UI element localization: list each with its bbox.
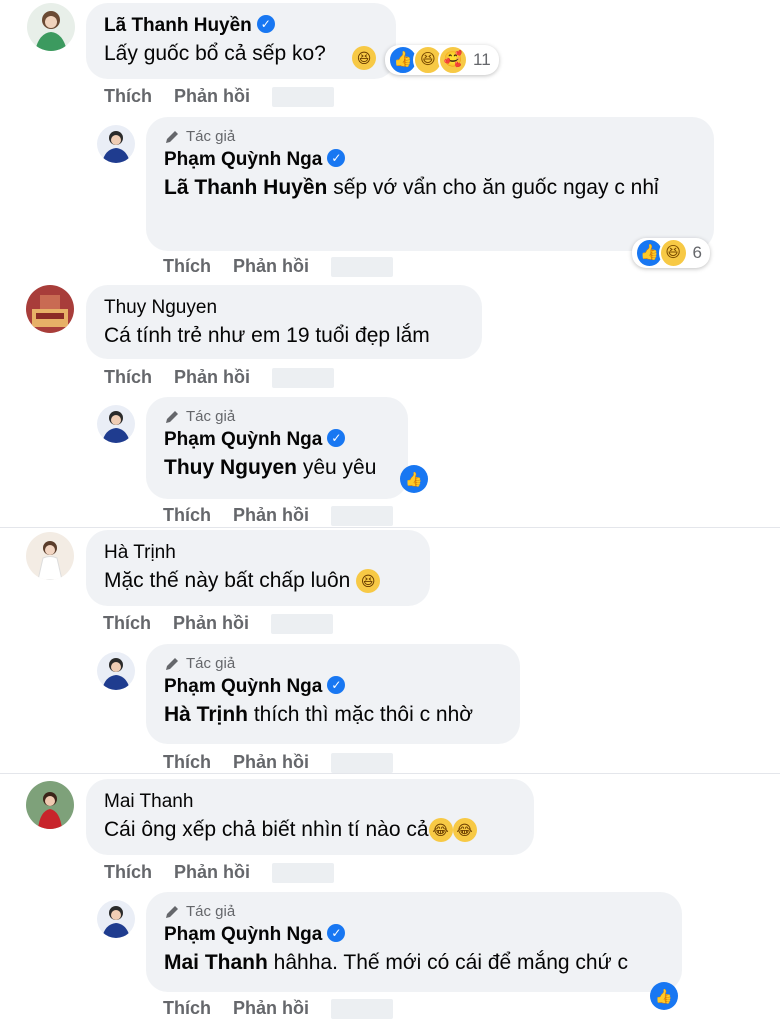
comment-actions: Thích Phản hồi [104, 86, 334, 108]
reply-text: Thuy Nguyen yêu yêu [164, 456, 377, 479]
reaction-summary[interactable]: 👍 😆 🥰 11 [385, 45, 499, 75]
timestamp-blurred [331, 999, 393, 1019]
timestamp-blurred [331, 257, 393, 278]
grinning-squint-emoji-icon: 😆 [356, 569, 381, 594]
like-button[interactable]: Thích [163, 752, 211, 772]
reaction-count: 6 [692, 243, 702, 262]
like-button[interactable]: Thích [104, 862, 152, 882]
mention-link[interactable]: Thuy Nguyen [164, 456, 297, 479]
reply-text: Hà Trịnh thích thì mặc thôi c nhờ [164, 703, 474, 726]
reply-author[interactable]: Phạm Quỳnh Nga ✓ [164, 427, 390, 453]
section-divider [0, 527, 780, 528]
pen-icon [166, 658, 178, 670]
reply-button[interactable]: Phản hồi [233, 256, 309, 276]
like-button[interactable]: Thích [104, 86, 152, 106]
reply-author[interactable]: Phạm Quỳnh Nga ✓ [164, 147, 696, 173]
avatar[interactable] [97, 125, 135, 163]
like-emoji-icon: 👍 [400, 465, 428, 493]
author-tag: Tác giả [164, 407, 390, 427]
pen-icon [166, 411, 178, 423]
tears-of-joy-emoji-icon: 😂 [452, 818, 477, 843]
timestamp-blurred [272, 87, 334, 108]
verified-badge-icon: ✓ [327, 675, 346, 694]
reply-author[interactable]: Phạm Quỳnh Nga ✓ [164, 922, 664, 948]
comment-author[interactable]: Mai Thanh [104, 789, 516, 815]
pen-icon [166, 906, 178, 918]
reply-author[interactable]: Phạm Quỳnh Nga ✓ [164, 674, 502, 700]
reply-button[interactable]: Phản hồi [233, 998, 309, 1018]
timestamp-blurred [272, 863, 334, 884]
author-tag: Tác giả [164, 902, 664, 922]
reply-button[interactable]: Phản hồi [174, 86, 250, 106]
avatar[interactable] [26, 285, 74, 333]
reply-actions: Thích Phản hồi [163, 505, 393, 527]
reaction-count: 11 [473, 50, 491, 69]
comment-text: Lấy guốc bổ cả sếp ko? [104, 42, 326, 65]
like-button[interactable]: Thích [163, 505, 211, 525]
like-button[interactable]: Thích [103, 613, 151, 633]
reply-bubble: Tác giả Phạm Quỳnh Nga ✓ Lã Thanh Huyền s… [146, 117, 714, 251]
comment-bubble: Mai Thanh Cái ông xếp chả biết nhìn tí n… [86, 779, 534, 855]
reply-text: Mai Thanh hâhha. Thế mới có cái để mắng … [164, 951, 628, 974]
comment-bubble: Lã Thanh Huyền ✓ Lấy guốc bổ cả sếp ko? [86, 3, 396, 79]
reply-bubble: Tác giả Phạm Quỳnh Nga ✓ Mai Thanh hâhha.… [146, 892, 682, 992]
comment-text: Cá tính trẻ như em 19 tuổi đẹp lắm [104, 324, 430, 347]
reply-actions: Thích Phản hồi [163, 256, 393, 278]
mention-link[interactable]: Mai Thanh [164, 951, 268, 974]
reply-button[interactable]: Phản hồi [233, 752, 309, 772]
verified-badge-icon: ✓ [327, 428, 346, 447]
verified-badge-icon: ✓ [256, 14, 275, 33]
reply-bubble: Tác giả Phạm Quỳnh Nga ✓ Thuy Nguyen yêu … [146, 397, 408, 499]
comment-actions: Thích Phản hồi [104, 862, 334, 884]
comment-author[interactable]: Lã Thanh Huyền ✓ [104, 13, 378, 39]
reply-actions: Thích Phản hồi [163, 752, 393, 774]
reply-button[interactable]: Phản hồi [174, 862, 250, 882]
timestamp-blurred [331, 506, 393, 527]
avatar[interactable] [27, 3, 75, 51]
comment-text: Mặc thế này bất chấp luôn 😆 [104, 566, 412, 596]
like-emoji-icon: 👍 [650, 982, 678, 1010]
reply-button[interactable]: Phản hồi [173, 613, 249, 633]
avatar[interactable] [97, 900, 135, 938]
verified-badge-icon: ✓ [327, 148, 346, 167]
comment-bubble: Hà Trịnh Mặc thế này bất chấp luôn 😆 [86, 530, 430, 606]
comment-author[interactable]: Thuy Nguyen [104, 295, 464, 321]
like-button[interactable]: Thích [163, 998, 211, 1018]
haha-reaction-icon: 😆 [658, 238, 688, 268]
pen-icon [166, 131, 178, 143]
section-divider [0, 773, 780, 774]
reply-actions: Thích Phản hồi [163, 998, 393, 1019]
reply-bubble: Tác giả Phạm Quỳnh Nga ✓ Hà Trịnh thích t… [146, 644, 520, 744]
timestamp-blurred [272, 368, 334, 389]
reaction-summary[interactable]: 👍 😆 6 [632, 238, 710, 268]
reply-text: Lã Thanh Huyền sếp vớ vẩn cho ăn guốc ng… [164, 176, 659, 199]
avatar[interactable] [26, 781, 74, 829]
reply-button[interactable]: Phản hồi [233, 505, 309, 525]
timestamp-blurred [271, 614, 333, 635]
grinning-squint-emoji-icon: 😆 [352, 46, 376, 70]
comment-text: Cái ông xếp chả biết nhìn tí nào cả 😂 😂 [104, 815, 516, 845]
mention-link[interactable]: Hà Trịnh [164, 703, 248, 726]
reply-button[interactable]: Phản hồi [174, 367, 250, 387]
author-tag: Tác giả [164, 127, 696, 147]
care-reaction-icon: 🥰 [438, 45, 468, 75]
comment-actions: Thích Phản hồi [103, 613, 333, 635]
mention-link[interactable]: Lã Thanh Huyền [164, 176, 327, 199]
verified-badge-icon: ✓ [327, 923, 346, 942]
comment-bubble: Thuy Nguyen Cá tính trẻ như em 19 tuổi đ… [86, 285, 482, 359]
comment-author[interactable]: Hà Trịnh [104, 540, 412, 566]
avatar[interactable] [26, 532, 74, 580]
avatar[interactable] [97, 652, 135, 690]
tears-of-joy-emoji-icon: 😂 [428, 818, 453, 843]
timestamp-blurred [331, 753, 393, 774]
like-button[interactable]: Thích [163, 256, 211, 276]
avatar[interactable] [97, 405, 135, 443]
comment-actions: Thích Phản hồi [104, 367, 334, 389]
like-button[interactable]: Thích [104, 367, 152, 387]
author-tag: Tác giả [164, 654, 502, 674]
